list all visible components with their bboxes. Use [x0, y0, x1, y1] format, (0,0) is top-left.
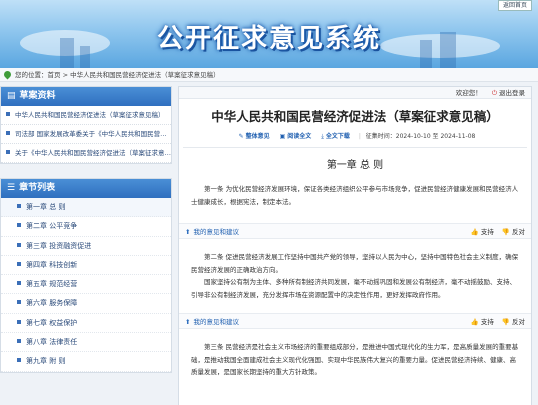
welcome-text: 欢迎您！ — [455, 89, 482, 97]
article-3: 第三条 民营经济是社会主义市场经济的重要组成部分，是推进中国式现代化的生力军，是… — [191, 343, 519, 376]
bullet-icon — [17, 204, 21, 208]
article-2: 第二条 促进民营经济发展工作坚持中国共产党的领导，坚持以人民为中心，坚持中国特色… — [191, 253, 519, 274]
vote-group: 👍 支持 👎 反对 — [465, 314, 525, 330]
breadcrumb-label: 您的位置： — [15, 71, 48, 79]
chapter-item-label: 第九章 附 则 — [26, 357, 66, 366]
support-button[interactable]: 👍 支持 — [471, 318, 494, 326]
thumbs-up-icon: 👍 — [470, 228, 479, 236]
chapter-list-panel: ☰ 章节列表 第一章 总 则 第二章 公平竞争 第三章 投资融资促进 第四章 科技… — [0, 178, 172, 373]
bullet-icon — [17, 281, 21, 286]
document-toolbar: ✎ 整体意见 ▣ 阅读全文 ⤓ 全文下载 | 征集时间：2024-10-10 至 20… — [179, 131, 531, 141]
support-label: 支持 — [480, 228, 494, 236]
bullet-icon — [6, 112, 10, 116]
article-1: 第一条 为优化民营经济发展环境，保证各类经济组织公平参与市场竞争，促进民营经济健… — [191, 185, 519, 206]
oppose-button[interactable]: 👎 反对 — [502, 228, 525, 236]
chapter-item-label: 第一章 总 则 — [26, 203, 66, 211]
chapter-item-3[interactable]: 第三章 投资融资促进 — [1, 237, 171, 256]
chapter-item-label: 第七章 权益保护 — [26, 318, 78, 327]
sidebar: ▤ 草案资料 中华人民共和国民营经济促进法（草案征求意见稿） 司法部 国家发展改革… — [0, 86, 172, 379]
vote-group: 👍 支持 👎 反对 — [465, 224, 525, 240]
book-icon: ▤ — [7, 91, 16, 101]
article-2-paragraph-2: 国家坚持公有制为主体、多种所有制经济共同发展，毫不动摇巩固和发展公有制经济，毫不… — [191, 278, 516, 299]
full-opinion-button[interactable]: ✎ 整体意见 — [239, 131, 270, 140]
main-content: 欢迎您！ ⏻ 退出登录 中华人民共和国民营经济促进法（草案征求意见稿） ✎ 整体意见… — [178, 86, 532, 405]
download-icon: ⤓ — [321, 133, 324, 140]
chapter-item-label: 第四章 科技创新 — [26, 260, 78, 269]
my-opinion-link[interactable]: 我的意见和建议 — [193, 318, 239, 326]
bullet-icon — [17, 319, 21, 324]
chapter-list-title: 章节列表 — [19, 183, 56, 193]
collection-period: 2024-10-10 至 2024-11-08 — [395, 133, 476, 140]
chapter-item-5[interactable]: 第五章 规范经营 — [1, 275, 171, 295]
thumbs-down-icon: 👎 — [501, 318, 510, 326]
support-button[interactable]: 👍 支持 — [471, 228, 494, 236]
breadcrumb-home[interactable]: 首页 — [48, 71, 61, 79]
bullet-icon — [17, 358, 21, 363]
chapter-list-header: ☰ 章节列表 — [1, 179, 171, 198]
draft-item-label: 司法部 国家发展改革委关于《中华人民共和国民营经济促进法（草案征求意见稿）》公开… — [15, 130, 171, 138]
logout-icon[interactable]: ⏻ — [492, 89, 497, 97]
draft-materials-title: 草案资料 — [19, 91, 56, 101]
pin-icon: ⬆ — [185, 228, 191, 236]
oppose-button[interactable]: 👎 反对 — [502, 318, 525, 326]
opinion-bar: ⬆ 我的意见和建议 👍 支持 👎 反对 — [179, 313, 531, 329]
chapter-item-4[interactable]: 第四章 科技创新 — [1, 256, 171, 276]
edit-icon: ✎ — [238, 133, 244, 140]
chapter-item-1[interactable]: 第一章 总 则 — [1, 198, 171, 218]
oppose-label: 反对 — [512, 228, 525, 236]
chapter-item-label: 第六章 服务保障 — [26, 299, 78, 308]
read-icon: ▣ — [279, 133, 286, 140]
breadcrumb-separator: > — [60, 71, 71, 79]
location-pin-icon — [2, 69, 13, 80]
bullet-icon — [17, 242, 21, 247]
chapter-item-6[interactable]: 第六章 服务保障 — [1, 294, 171, 314]
bullet-icon — [6, 131, 10, 135]
site-title: 公开征求意见系统 — [156, 24, 381, 54]
pin-icon: ⬆ — [185, 318, 191, 326]
chapter-item-label: 第五章 规范经营 — [26, 280, 78, 289]
bullet-icon — [6, 150, 10, 154]
chapter-item-8[interactable]: 第八章 法律责任 — [1, 333, 171, 353]
collection-period-label: 征集时间： — [365, 133, 396, 140]
support-label: 支持 — [480, 318, 494, 326]
chapter-item-label: 第八章 法律责任 — [26, 338, 78, 347]
breadcrumb: 您的位置：首页 > 中华人民共和国民营经济促进法（草案征求意见稿） — [0, 68, 538, 82]
header-banner: 公开征求意见系统 返回首页 — [0, 0, 538, 68]
list-icon: ☰ — [7, 183, 16, 193]
full-opinion-label: 整体意见 — [245, 133, 270, 140]
chapter-item-7[interactable]: 第七章 权益保护 — [1, 314, 171, 334]
read-full-label: 阅读全文 — [287, 133, 312, 140]
bullet-icon — [17, 261, 21, 266]
thumbs-down-icon: 👎 — [501, 228, 510, 236]
document-title: 中华人民共和国民营经济促进法（草案征求意见稿） — [211, 109, 499, 124]
download-button[interactable]: ⤓ 全文下载 — [321, 131, 350, 141]
draft-item[interactable]: 中华人民共和国民营经济促进法（草案征求意见稿） — [1, 106, 171, 125]
chapter-item-label: 第二章 公平竞争 — [26, 222, 78, 231]
oppose-label: 反对 — [512, 318, 525, 326]
opinion-bar: ⬆ 我的意见和建议 👍 支持 👎 反对 — [179, 223, 531, 239]
draft-item-label: 关于《中华人民共和国民营经济促进法（草案征求意见稿）》的说明 — [15, 149, 171, 157]
bullet-icon — [17, 223, 21, 228]
bullet-icon — [17, 339, 21, 344]
download-label: 全文下载 — [325, 133, 350, 140]
thumbs-up-icon: 👍 — [470, 318, 479, 326]
user-bar: 欢迎您！ ⏻ 退出登录 — [179, 87, 531, 99]
my-opinion-link[interactable]: 我的意见和建议 — [193, 228, 239, 236]
draft-materials-header: ▤ 草案资料 — [1, 87, 171, 106]
chapter-title: 第一章 总 则 — [326, 160, 384, 171]
draft-materials-panel: ▤ 草案资料 中华人民共和国民营经济促进法（草案征求意见稿） 司法部 国家发展改革… — [0, 86, 172, 164]
draft-item[interactable]: 司法部 国家发展改革委关于《中华人民共和国民营经济促进法（草案征求意见稿）》公开… — [1, 125, 171, 144]
draft-item-label: 中华人民共和国民营经济促进法（草案征求意见稿） — [15, 111, 165, 119]
logout-link[interactable]: 退出登录 — [499, 89, 525, 97]
chapter-item-2[interactable]: 第二章 公平竞争 — [1, 217, 171, 237]
back-home-link[interactable]: 返回首页 — [498, 0, 532, 11]
draft-item[interactable]: 关于《中华人民共和国民营经济促进法（草案征求意见稿）》的说明 — [1, 144, 171, 163]
read-full-button[interactable]: ▣ 阅读全文 — [280, 131, 312, 140]
bullet-icon — [17, 300, 21, 305]
breadcrumb-current: 中华人民共和国民营经济促进法（草案征求意见稿） — [70, 71, 220, 79]
divider — [183, 147, 527, 148]
toolbar-divider: | — [358, 133, 361, 140]
chapter-item-label: 第三章 投资融资促进 — [26, 241, 92, 250]
chapter-item-9[interactable]: 第九章 附 则 — [1, 352, 171, 372]
